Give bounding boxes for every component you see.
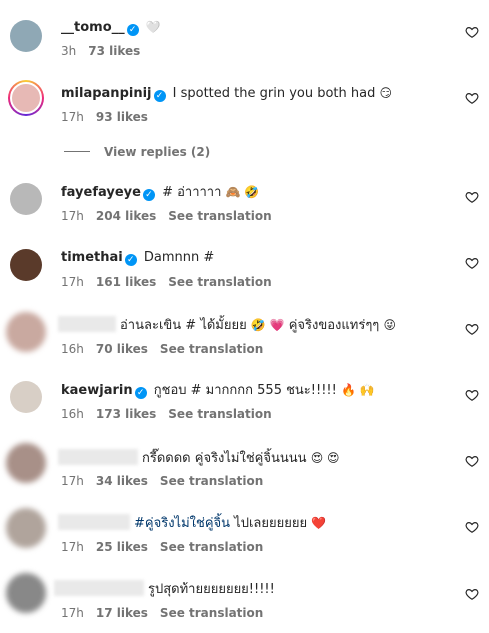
likes-count[interactable]: 73 likes <box>88 44 140 58</box>
timestamp[interactable]: 17h <box>61 110 84 124</box>
heart-icon[interactable] <box>465 190 479 204</box>
username[interactable]: milapanpinij <box>61 86 152 101</box>
avatar[interactable] <box>10 183 42 215</box>
comment-text: กรี๊ดดดด คู่จริงไม่ใช่คู่จิ้นนนน <box>142 451 307 466</box>
comment-text: กูชอบ # มากกกก 555 ชนะ!!!!! <box>153 383 337 398</box>
username[interactable] <box>54 580 144 596</box>
timestamp[interactable]: 17h <box>61 209 84 223</box>
avatar[interactable] <box>10 20 42 52</box>
likes-count[interactable]: 25 likes <box>96 540 148 554</box>
username[interactable] <box>58 316 116 332</box>
likes-count[interactable]: 34 likes <box>96 474 148 488</box>
heart-icon[interactable] <box>465 256 479 270</box>
comment-emoji: 😏 <box>379 86 393 100</box>
timestamp[interactable]: 17h <box>61 275 84 289</box>
heart-icon[interactable] <box>465 454 479 468</box>
see-translation-button[interactable]: See translation <box>160 540 263 554</box>
likes-count[interactable]: 161 likes <box>96 275 156 289</box>
heart-icon[interactable] <box>465 25 479 39</box>
username[interactable]: fayefayeye <box>61 185 141 200</box>
timestamp[interactable]: 16h <box>61 407 84 421</box>
see-translation-button[interactable]: See translation <box>168 209 271 223</box>
divider <box>64 151 90 152</box>
comment-emoji: 🤍 <box>145 20 161 34</box>
comment-text-2: คู่จริงของแทร่ๆๆ <box>288 318 380 333</box>
view-replies-button[interactable]: View replies (2) <box>64 145 210 159</box>
heart-icon[interactable] <box>465 587 479 601</box>
comment-emoji: 🔥 🙌 <box>340 383 375 397</box>
view-replies-label: View replies (2) <box>104 145 211 159</box>
avatar[interactable] <box>6 443 46 483</box>
comment-emoji: ❤️ <box>311 516 327 530</box>
avatar[interactable] <box>6 573 46 613</box>
username[interactable] <box>58 449 138 465</box>
verified-badge-icon: ✓ <box>142 189 155 201</box>
heart-icon[interactable] <box>465 520 479 534</box>
hashtag-link[interactable]: #คู่จริงไม่ใช่คู่จิ้น <box>134 516 230 531</box>
avatar[interactable] <box>6 508 46 548</box>
timestamp[interactable]: 17h <box>61 474 84 488</box>
comment-text: อ่านละเขิน # ได้มั้ยยย <box>120 318 247 333</box>
likes-count[interactable]: 204 likes <box>96 209 156 223</box>
avatar[interactable] <box>10 381 42 413</box>
comment-text: # อ่าาาาา <box>162 185 222 200</box>
see-translation-button[interactable]: See translation <box>160 474 263 488</box>
comment-text: I spotted the grin you both had <box>172 86 376 101</box>
timestamp[interactable]: 17h <box>61 540 84 554</box>
username[interactable] <box>58 514 130 530</box>
avatar[interactable] <box>10 249 42 281</box>
comment-emoji: 🙈 🤣 <box>225 185 260 199</box>
heart-icon[interactable] <box>465 322 479 336</box>
verified-badge-icon: ✓ <box>153 90 166 102</box>
timestamp[interactable]: 17h <box>61 606 84 620</box>
comment-text: ไปเลยยยยยย <box>234 516 308 531</box>
comment-text: รูปสุดท้ายยยยยยย!!!!! <box>148 582 275 597</box>
likes-count[interactable]: 173 likes <box>96 407 156 421</box>
see-translation-button[interactable]: See translation <box>168 275 271 289</box>
likes-count[interactable]: 93 likes <box>96 110 148 124</box>
likes-count[interactable]: 70 likes <box>96 342 148 356</box>
verified-badge-icon: ✓ <box>126 24 139 36</box>
see-translation-button[interactable]: See translation <box>160 606 263 620</box>
verified-badge-icon: ✓ <box>134 387 147 399</box>
comment-text: Damnnn # <box>143 250 215 265</box>
comment-emoji-2: 😜 <box>383 318 396 332</box>
timestamp[interactable]: 3h <box>61 44 76 58</box>
heart-icon[interactable] <box>465 388 479 402</box>
username[interactable]: kaewjarin <box>61 383 133 398</box>
username[interactable]: timethai <box>61 250 123 265</box>
avatar[interactable] <box>8 80 44 116</box>
heart-icon[interactable] <box>465 91 479 105</box>
timestamp[interactable]: 16h <box>61 342 84 356</box>
see-translation-button[interactable]: See translation <box>160 342 263 356</box>
likes-count[interactable]: 17 likes <box>96 606 148 620</box>
comment-emoji: 😍 😍 <box>310 451 340 465</box>
verified-badge-icon: ✓ <box>124 254 137 266</box>
comment-emoji: 🤣 💗 <box>250 318 285 332</box>
avatar[interactable] <box>6 312 46 352</box>
see-translation-button[interactable]: See translation <box>168 407 271 421</box>
username[interactable]: __tomo__ <box>61 20 125 35</box>
